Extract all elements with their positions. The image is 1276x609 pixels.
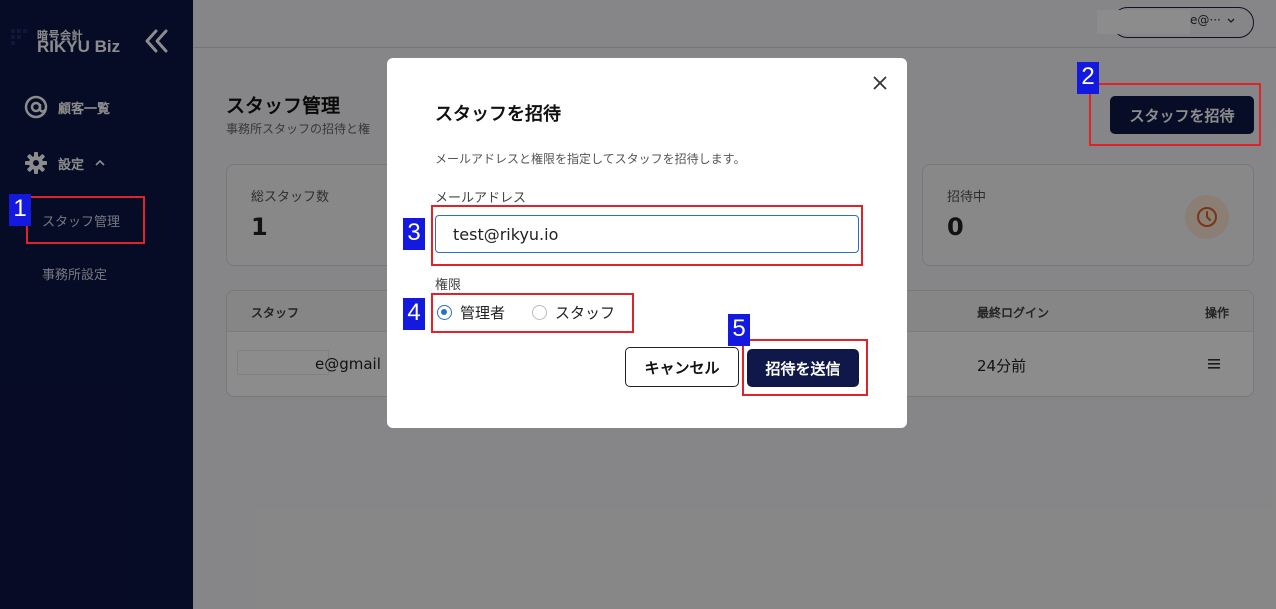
annotation-number-3: 3 [403, 218, 425, 250]
annotation-number-2: 2 [1077, 62, 1099, 94]
annotation-number-4: 4 [403, 298, 425, 330]
annotation-box-4 [431, 293, 634, 333]
annotation-box-1 [26, 196, 145, 244]
cancel-button[interactable]: キャンセル [625, 347, 739, 387]
annotation-box-2 [1089, 83, 1261, 146]
modal-title: スタッフを招待 [435, 104, 561, 125]
annotation-number-1: 1 [9, 194, 31, 226]
role-label: 権限 [435, 278, 462, 293]
close-icon[interactable] [871, 74, 889, 92]
annotation-number-5: 5 [728, 314, 750, 346]
annotation-box-3 [431, 205, 863, 266]
modal-description: メールアドレスと権限を指定してスタッフを招待します。 [435, 152, 746, 166]
annotation-box-5 [742, 339, 868, 396]
email-label: メールアドレス [435, 191, 527, 206]
